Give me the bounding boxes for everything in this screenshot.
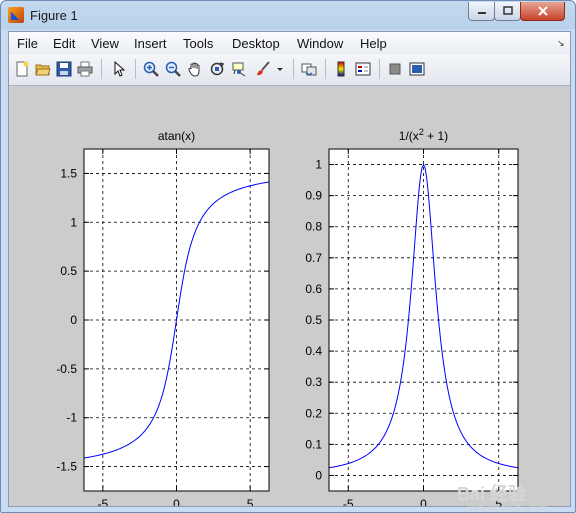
zoom-out-icon[interactable] bbox=[163, 59, 183, 79]
x-tick-label: -5 bbox=[343, 497, 354, 506]
new-figure-icon[interactable] bbox=[12, 59, 32, 79]
y-tick-label: 0 bbox=[70, 313, 77, 327]
show-plot-tools-icon[interactable] bbox=[407, 59, 427, 79]
maximize-button[interactable] bbox=[494, 2, 521, 21]
toolbar-separator bbox=[101, 59, 102, 79]
y-tick-label: 1 bbox=[315, 158, 322, 172]
watermark-url: jingyan.baidu.com bbox=[467, 503, 548, 513]
menu-view[interactable]: View bbox=[91, 36, 119, 51]
figure-canvas[interactable]: -505-1.5-1-0.500.511.5xatan(x)-50500.10.… bbox=[9, 86, 570, 511]
toolbar-separator bbox=[293, 59, 294, 79]
menu-window[interactable]: Window bbox=[297, 36, 343, 51]
figure-window: Figure 1 File Edit View Insert Tools Des… bbox=[0, 0, 576, 513]
menu-help[interactable]: Help bbox=[360, 36, 387, 51]
y-tick-label: 1.5 bbox=[60, 166, 77, 180]
save-icon[interactable] bbox=[54, 59, 74, 79]
title-bar[interactable]: Figure 1 bbox=[1, 1, 575, 31]
plot-title: 1/(x2 + 1) bbox=[399, 127, 448, 143]
matlab-icon bbox=[8, 7, 24, 23]
menu-bar: File Edit View Insert Tools Desktop Wind… bbox=[9, 32, 570, 54]
y-tick-label: 0.4 bbox=[305, 344, 322, 358]
y-tick-label: 0.6 bbox=[305, 282, 322, 296]
close-icon bbox=[537, 6, 548, 16]
x-tick-label: 0 bbox=[173, 497, 180, 506]
y-tick-label: 0.8 bbox=[305, 220, 322, 234]
y-tick-label: 0.5 bbox=[60, 264, 77, 278]
minimize-icon bbox=[477, 12, 486, 14]
y-tick-label: 0.7 bbox=[305, 251, 322, 265]
y-tick-label: 0.5 bbox=[305, 313, 322, 327]
y-tick-label: 0 bbox=[315, 468, 322, 482]
x-tick-label: 5 bbox=[247, 497, 254, 506]
y-tick-label: 0.2 bbox=[305, 406, 322, 420]
minimize-button[interactable] bbox=[468, 2, 495, 21]
legend-icon[interactable] bbox=[353, 59, 373, 79]
y-tick-label: -1.5 bbox=[56, 460, 77, 474]
y-tick-label: -1 bbox=[66, 411, 77, 425]
brush-icon[interactable] bbox=[253, 59, 273, 79]
toolbar bbox=[9, 54, 570, 86]
close-button[interactable] bbox=[520, 2, 565, 21]
menu-desktop[interactable]: Desktop bbox=[232, 36, 280, 51]
y-tick-label: 0.3 bbox=[305, 375, 322, 389]
x-tick-label: -5 bbox=[98, 497, 109, 506]
data-cursor-icon[interactable] bbox=[229, 59, 249, 79]
plot-title: atan(x) bbox=[158, 129, 195, 143]
plot-area: -505-1.5-1-0.500.511.5xatan(x)-50500.10.… bbox=[56, 127, 519, 511]
menu-edit[interactable]: Edit bbox=[53, 36, 75, 51]
maximize-icon bbox=[502, 6, 513, 15]
open-file-icon[interactable] bbox=[33, 59, 53, 79]
figure-client-area: File Edit View Insert Tools Desktop Wind… bbox=[8, 31, 571, 512]
print-icon[interactable] bbox=[75, 59, 95, 79]
link-plot-icon[interactable] bbox=[299, 59, 319, 79]
hide-plot-tools-icon[interactable] bbox=[385, 59, 405, 79]
y-tick-label: 1 bbox=[70, 215, 77, 229]
y-tick-label: -0.5 bbox=[56, 362, 77, 376]
toolbar-separator bbox=[325, 59, 326, 79]
colorbar-icon[interactable] bbox=[331, 59, 351, 79]
zoom-in-icon[interactable] bbox=[141, 59, 161, 79]
y-tick-label: 0.9 bbox=[305, 189, 322, 203]
toolbar-separator bbox=[135, 59, 136, 79]
toolbar-separator bbox=[379, 59, 380, 79]
dock-arrow-icon[interactable]: ↘ bbox=[557, 38, 565, 49]
menu-file[interactable]: File bbox=[17, 36, 38, 51]
pan-hand-icon[interactable] bbox=[185, 59, 205, 79]
menu-insert[interactable]: Insert bbox=[134, 36, 167, 51]
x-tick-label: 0 bbox=[420, 497, 427, 506]
y-tick-label: 0.1 bbox=[305, 437, 322, 451]
brush-dropdown-icon[interactable] bbox=[275, 59, 285, 79]
menu-tools[interactable]: Tools bbox=[183, 36, 213, 51]
rotate-3d-icon[interactable] bbox=[207, 59, 227, 79]
title-tail: + 1) bbox=[424, 129, 448, 143]
window-title: Figure 1 bbox=[30, 8, 78, 23]
edit-plot-arrow-icon[interactable] bbox=[109, 59, 129, 79]
